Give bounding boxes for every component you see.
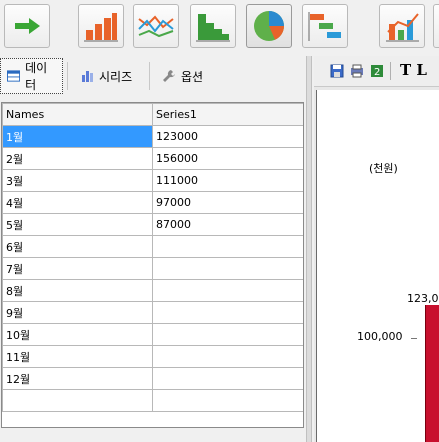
- wrench-icon: [163, 70, 175, 82]
- arrow-button[interactable]: [4, 4, 50, 48]
- grid-cell-value[interactable]: [152, 323, 303, 346]
- grid-cell-name[interactable]: 7월: [2, 257, 153, 280]
- gantt-chart-icon: [308, 12, 341, 41]
- tab-options[interactable]: 옵션: [156, 58, 216, 94]
- right-arrow-icon: [15, 18, 40, 34]
- text-tool-label[interactable]: T L: [400, 61, 427, 79]
- table-row: 4월 97000: [2, 191, 303, 214]
- gantt-chart-button[interactable]: [302, 4, 348, 48]
- pane-splitter[interactable]: [306, 56, 312, 442]
- line-chart-icon: [138, 15, 174, 38]
- tab-separator: [67, 62, 68, 90]
- data-grid[interactable]: Names Series1 1월 123000 2월 156000 3월 111000…: [1, 102, 304, 428]
- svg-text:2: 2: [374, 67, 380, 78]
- grid-cell-value[interactable]: 111000: [152, 169, 303, 192]
- grid-cell-name[interactable]: [2, 389, 153, 412]
- chart-preview-pane: 2 T L (천원) 123,0 100,000: [314, 56, 439, 442]
- step-chart-button[interactable]: [190, 4, 236, 48]
- grid-cell-value[interactable]: 156000: [152, 147, 303, 170]
- excel-icon[interactable]: 2: [370, 64, 384, 78]
- grid-cell-name[interactable]: 3월: [2, 169, 153, 192]
- grid-cell-name[interactable]: 4월: [2, 191, 153, 214]
- grid-cell-value[interactable]: [152, 345, 303, 368]
- grid-cell-name[interactable]: 2월: [2, 147, 153, 170]
- panel-tabs: 데이터 시리즈 옵션: [0, 56, 310, 96]
- chart-canvas: (천원) 123,0 100,000: [316, 90, 439, 442]
- table-row: 8월: [2, 279, 303, 302]
- tab-series[interactable]: 시리즈: [74, 58, 146, 94]
- y-axis-tick: [411, 338, 417, 339]
- table-row: 11월: [2, 345, 303, 368]
- line-chart-button[interactable]: [133, 4, 179, 48]
- table-row: 2월 156000: [2, 147, 303, 170]
- table-row: [2, 389, 303, 412]
- grid-cell-name[interactable]: 6월: [2, 235, 153, 258]
- series-icon: [82, 71, 93, 82]
- tab-separator: [149, 62, 150, 90]
- grid-cell-name[interactable]: 11월: [2, 345, 153, 368]
- toolbar-separator: [390, 62, 391, 80]
- print-icon[interactable]: [350, 64, 364, 78]
- table-icon: [7, 70, 21, 82]
- table-row: 1월 123000: [2, 125, 303, 148]
- grid-cell-value[interactable]: [152, 367, 303, 390]
- grid-cell-name[interactable]: 12월: [2, 367, 153, 390]
- pie-chart-icon: [254, 11, 284, 41]
- combo-chart-icon: [386, 13, 419, 42]
- grid-cell-value[interactable]: [152, 257, 303, 280]
- grid-footer: [0, 428, 310, 442]
- pie-chart-button[interactable]: [246, 4, 292, 48]
- tab-data-label: 데이터: [25, 61, 48, 92]
- grid-cell-value[interactable]: [152, 389, 303, 412]
- grid-cell-name[interactable]: 8월: [2, 279, 153, 302]
- grid-cell-value[interactable]: 87000: [152, 213, 303, 236]
- table-row: 7월: [2, 257, 303, 280]
- bar-chart-button[interactable]: [78, 4, 124, 48]
- step-chart-icon: [196, 14, 230, 42]
- bar-value-label: 123,0: [407, 292, 439, 305]
- table-row: 6월: [2, 235, 303, 258]
- grid-cell-value[interactable]: [152, 301, 303, 324]
- grid-cell-name[interactable]: 1월: [2, 125, 153, 148]
- grid-cell-value[interactable]: [152, 279, 303, 302]
- chart-bar: [425, 305, 439, 442]
- y-axis-tick-label: 100,000: [357, 330, 403, 343]
- chart-type-toolbar: [0, 0, 439, 54]
- preview-toolbar: 2 T L: [314, 56, 439, 87]
- table-row: 9월: [2, 301, 303, 324]
- tab-options-label: 옵션: [181, 69, 204, 84]
- overflow-button[interactable]: [433, 4, 439, 48]
- table-row: 12월: [2, 367, 303, 390]
- tab-data[interactable]: 데이터: [0, 58, 63, 94]
- bar-chart-icon: [84, 13, 118, 42]
- grid-cell-value[interactable]: [152, 235, 303, 258]
- unit-label: (천원): [369, 162, 398, 175]
- save-icon[interactable]: [330, 64, 344, 78]
- grid-cell-name[interactable]: 5월: [2, 213, 153, 236]
- grid-cell-name[interactable]: 9월: [2, 301, 153, 324]
- grid-cell-value[interactable]: 123000: [152, 125, 303, 148]
- tab-series-label: 시리즈: [99, 69, 133, 84]
- column-header-names[interactable]: Names: [2, 103, 153, 126]
- grid-cell-value[interactable]: 97000: [152, 191, 303, 214]
- grid-cell-name[interactable]: 10월: [2, 323, 153, 346]
- grid-header-row: Names Series1: [2, 103, 303, 126]
- table-row: 3월 111000: [2, 169, 303, 192]
- table-row: 5월 87000: [2, 213, 303, 236]
- combo-chart-button[interactable]: [379, 4, 425, 48]
- column-header-series1[interactable]: Series1: [152, 103, 303, 126]
- table-row: 10월: [2, 323, 303, 346]
